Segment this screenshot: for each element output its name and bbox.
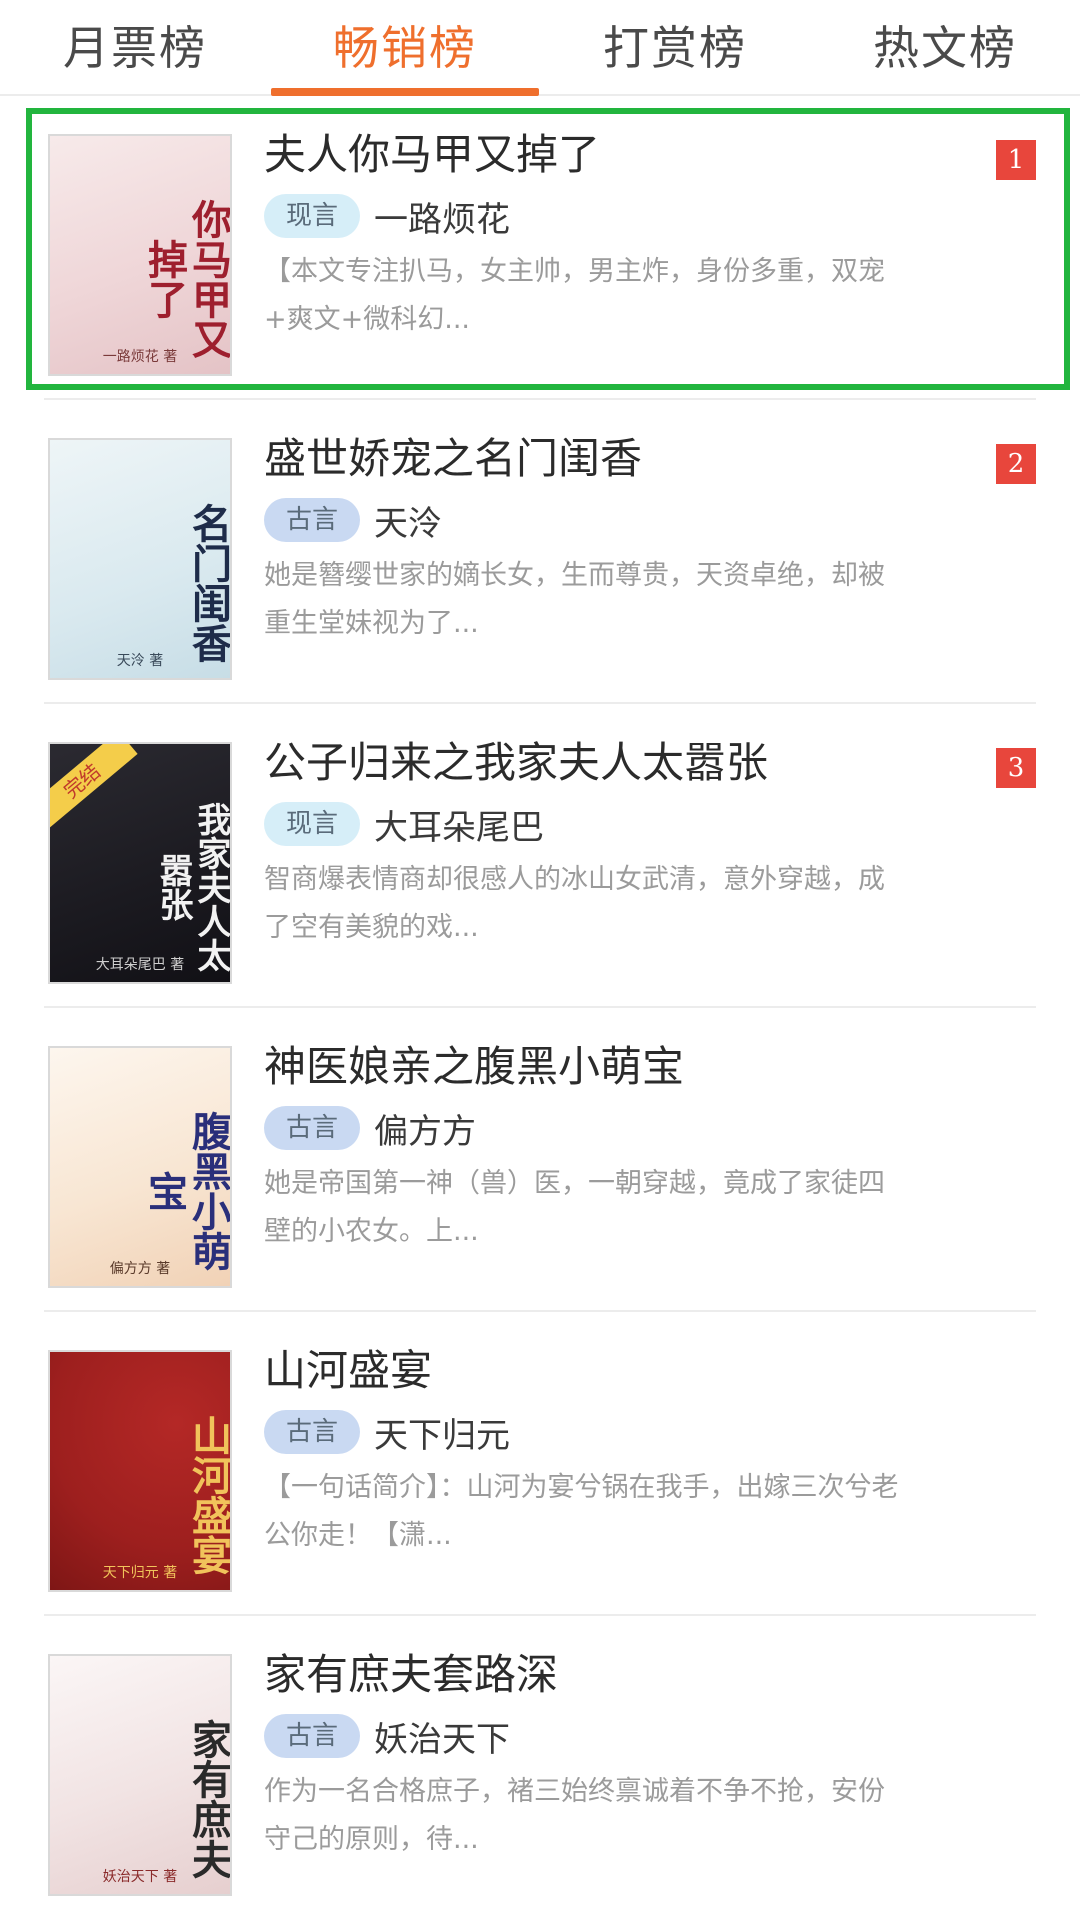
book-item[interactable]: 完结 我家夫人太嚣张 大耳朵尾巴 著 公子归来之我家夫人太嚣张 现言 大耳朵尾巴… <box>44 704 1036 1008</box>
cover-author: 一路烦花 著 <box>102 349 178 365</box>
book-list: 你马甲又掉了 一路烦花 著 夫人你马甲又掉了 现言 一路烦花 【本文专注扒马，女… <box>0 96 1080 1920</box>
book-info: 盛世娇宠之名门闺香 古言 天泠 她是簪缨世家的嫡长女，生而尊贵，天资卓绝，却被重… <box>264 430 1036 648</box>
cover-author: 天泠 著 <box>116 653 164 669</box>
book-meta: 古言 妖治天下 <box>264 1712 1036 1760</box>
ranking-tabs: 月票榜 畅销榜 打赏榜 热文榜 <box>0 0 1080 96</box>
cover-author: 偏方方 著 <box>109 1261 171 1277</box>
book-item[interactable]: 你马甲又掉了 一路烦花 著 夫人你马甲又掉了 现言 一路烦花 【本文专注扒马，女… <box>26 96 1070 400</box>
book-meta: 古言 偏方方 <box>264 1104 1036 1152</box>
book-info: 山河盛宴 古言 天下归元 【一句话简介】：山河为宴兮锅在我手，出嫁三次兮老公你走… <box>264 1342 1036 1560</box>
book-item[interactable]: 山河盛宴 天下归元 著 山河盛宴 古言 天下归元 【一句话简介】：山河为宴兮锅在… <box>44 1312 1036 1616</box>
book-description: 她是簪缨世家的嫡长女，生而尊贵，天资卓绝，却被重生堂妹视为了... <box>264 560 885 639</box>
author-name: 天泠 <box>374 503 442 544</box>
book-description: 【本文专注扒马，女主帅，男主炸，身份多重，双宠+爽文+微科幻... <box>264 256 885 335</box>
genre-tag: 现言 <box>264 194 360 238</box>
rank-badge: 3 <box>996 748 1036 788</box>
genre-tag: 古言 <box>264 1410 360 1454</box>
genre-tag: 古言 <box>264 1106 360 1150</box>
tab-monthly-ticket[interactable]: 月票榜 <box>0 0 270 94</box>
book-cover[interactable]: 家有庶夫 妖治天下 著 <box>48 1654 232 1896</box>
book-title[interactable]: 神医娘亲之腹黑小萌宝 <box>264 1038 1036 1096</box>
cover-author: 大耳朵尾巴 著 <box>95 957 185 973</box>
book-title[interactable]: 夫人你马甲又掉了 <box>264 126 1036 184</box>
cover-title: 我家夫人太嚣张 <box>153 802 231 972</box>
book-item[interactable]: 腹黑小萌宝 偏方方 著 神医娘亲之腹黑小萌宝 古言 偏方方 她是帝国第一神（兽）… <box>44 1008 1036 1312</box>
book-title[interactable]: 家有庶夫套路深 <box>264 1646 1036 1704</box>
book-item[interactable]: 家有庶夫 妖治天下 著 家有庶夫套路深 古言 妖治天下 作为一名合格庶子，褚三始… <box>44 1616 1036 1920</box>
rank-badge: 2 <box>996 444 1036 484</box>
cover-title: 名门闺香 <box>185 503 232 663</box>
book-meta: 古言 天下归元 <box>264 1408 1036 1456</box>
book-title[interactable]: 盛世娇宠之名门闺香 <box>264 430 1036 488</box>
book-description: 作为一名合格庶子，褚三始终禀诚着不争不抢，安份守己的原则，待... <box>264 1776 885 1855</box>
book-cover[interactable]: 名门闺香 天泠 著 <box>48 438 232 680</box>
tab-hot[interactable]: 热文榜 <box>810 0 1080 94</box>
book-item[interactable]: 名门闺香 天泠 著 盛世娇宠之名门闺香 古言 天泠 她是簪缨世家的嫡长女，生而尊… <box>44 400 1036 704</box>
cover-author: 天下归元 著 <box>102 1565 178 1581</box>
book-meta: 现言 一路烦花 <box>264 192 1036 240</box>
book-description: 她是帝国第一神（兽）医，一朝穿越，竟成了家徒四壁的小农女。上... <box>264 1168 885 1247</box>
book-description: 【一句话简介】：山河为宴兮锅在我手，出嫁三次兮老公你走！【潇... <box>264 1472 899 1551</box>
author-name: 一路烦花 <box>374 199 510 240</box>
book-info: 神医娘亲之腹黑小萌宝 古言 偏方方 她是帝国第一神（兽）医，一朝穿越，竟成了家徒… <box>264 1038 1036 1256</box>
book-info: 公子归来之我家夫人太嚣张 现言 大耳朵尾巴 智商爆表情商却很感人的冰山女武清，意… <box>264 734 1036 952</box>
book-meta: 古言 天泠 <box>264 496 1036 544</box>
genre-tag: 古言 <box>264 1714 360 1758</box>
book-cover[interactable]: 你马甲又掉了 一路烦花 著 <box>48 134 232 376</box>
book-cover[interactable]: 腹黑小萌宝 偏方方 著 <box>48 1046 232 1288</box>
book-description: 智商爆表情商却很感人的冰山女武清，意外穿越，成了空有美貌的戏... <box>264 864 885 943</box>
book-cover[interactable]: 山河盛宴 天下归元 著 <box>48 1350 232 1592</box>
genre-tag: 现言 <box>264 802 360 846</box>
cover-title: 腹黑小萌宝 <box>141 1111 232 1271</box>
book-meta: 现言 大耳朵尾巴 <box>264 800 1036 848</box>
author-name: 天下归元 <box>374 1415 510 1456</box>
tab-bestseller[interactable]: 畅销榜 <box>270 0 540 96</box>
book-title[interactable]: 山河盛宴 <box>264 1342 1036 1400</box>
cover-title: 山河盛宴 <box>185 1415 232 1575</box>
book-info: 家有庶夫套路深 古言 妖治天下 作为一名合格庶子，褚三始终禀诚着不争不抢，安份守… <box>264 1646 1036 1864</box>
cover-title: 你马甲又掉了 <box>141 199 232 359</box>
tab-reward[interactable]: 打赏榜 <box>540 0 810 94</box>
book-info: 夫人你马甲又掉了 现言 一路烦花 【本文专注扒马，女主帅，男主炸，身份多重，双宠… <box>264 126 1036 344</box>
author-name: 妖治天下 <box>374 1719 510 1760</box>
author-name: 大耳朵尾巴 <box>374 807 544 848</box>
genre-tag: 古言 <box>264 498 360 542</box>
author-name: 偏方方 <box>374 1111 476 1152</box>
rank-badge: 1 <box>996 140 1036 180</box>
book-cover[interactable]: 完结 我家夫人太嚣张 大耳朵尾巴 著 <box>48 742 232 984</box>
book-title[interactable]: 公子归来之我家夫人太嚣张 <box>264 734 1036 792</box>
cover-author: 妖治天下 著 <box>102 1869 178 1885</box>
cover-title: 家有庶夫 <box>185 1719 232 1879</box>
